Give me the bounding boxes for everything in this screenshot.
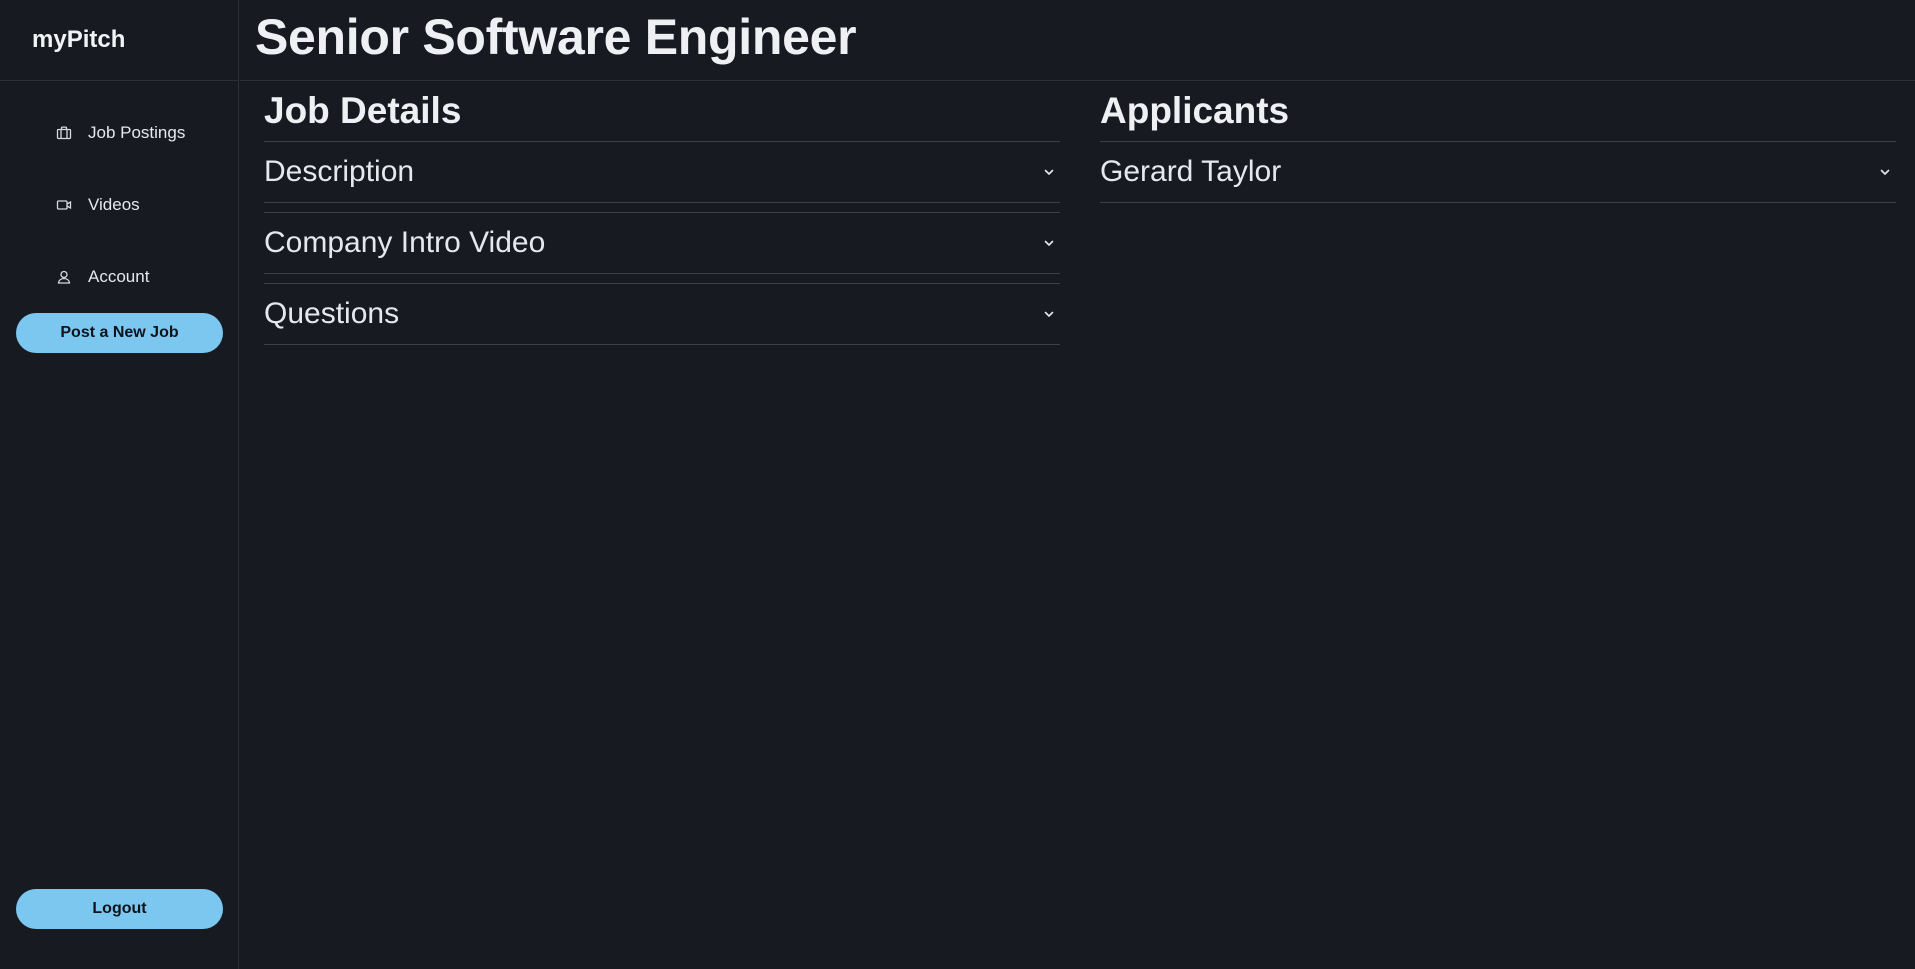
briefcase-icon: [56, 125, 72, 141]
accordion-label: Company Intro Video: [264, 226, 546, 259]
accordion-label: Description: [264, 155, 415, 188]
post-new-job-button[interactable]: Post a New Job: [16, 313, 223, 353]
page-title: Senior Software Engineer: [255, 9, 857, 65]
chevron-down-icon: [1042, 165, 1056, 179]
logout-button[interactable]: Logout: [16, 889, 223, 929]
section-title: Applicants: [1100, 90, 1290, 131]
sidebar: myPitch Job Postings Videos Account Post…: [0, 0, 239, 969]
accordion-description[interactable]: Description: [264, 141, 1060, 203]
chevron-down-icon: [1042, 236, 1056, 250]
app-root: myPitch Job Postings Videos Account Post…: [0, 0, 1915, 969]
job-details-section: Job Details Description Company Intro Vi…: [264, 88, 1060, 345]
sidebar-item-account[interactable]: Account: [0, 253, 238, 301]
applicant-name: Gerard Taylor: [1100, 155, 1282, 188]
section-title: Job Details: [264, 90, 462, 131]
sidebar-item-label: Videos: [88, 195, 140, 214]
accordion-company-intro-video[interactable]: Company Intro Video: [264, 212, 1060, 274]
applicants-section: Applicants Gerard Taylor: [1100, 88, 1896, 203]
sidebar-item-job-postings[interactable]: Job Postings: [0, 109, 238, 157]
applicant-item[interactable]: Gerard Taylor: [1100, 141, 1896, 203]
sidebar-item-label: Job Postings: [88, 123, 186, 142]
user-icon: [56, 269, 72, 285]
chevron-down-icon: [1042, 307, 1056, 321]
chevron-down-icon: [1878, 165, 1892, 179]
page-header: Senior Software Engineer: [240, 0, 1915, 81]
accordion-questions[interactable]: Questions: [264, 283, 1060, 345]
accordion-label: Questions: [264, 297, 400, 330]
sidebar-item-videos[interactable]: Videos: [0, 181, 238, 229]
sidebar-item-label: Account: [88, 267, 150, 286]
brand-logo[interactable]: myPitch: [0, 0, 238, 81]
video-camera-icon: [56, 197, 72, 213]
